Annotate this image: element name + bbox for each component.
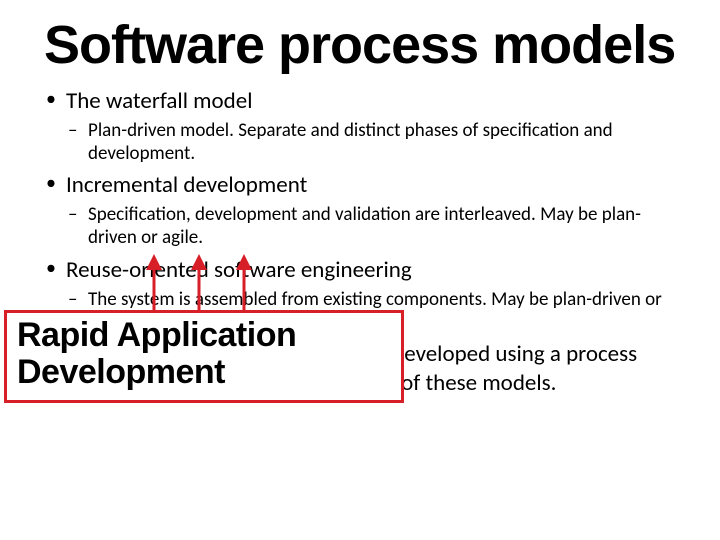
slide-title: Software process models bbox=[44, 18, 676, 73]
arrows-group bbox=[4, 252, 404, 312]
bullet-item: Incremental development Specification, d… bbox=[44, 171, 676, 249]
bullet-item: The waterfall model Plan-driven model. S… bbox=[44, 87, 676, 165]
sub-bullet: Specification, development and validatio… bbox=[66, 204, 676, 250]
arrow-icon bbox=[4, 252, 404, 312]
slide: Software process models The waterfall mo… bbox=[0, 0, 720, 540]
callout-line2: Development bbox=[17, 354, 391, 391]
sub-list: Specification, development and validatio… bbox=[66, 204, 676, 250]
callout-overlay: Rapid Application Development bbox=[4, 310, 404, 403]
callout-box: Rapid Application Development bbox=[4, 310, 404, 403]
sub-bullet: Plan-driven model. Separate and distinct… bbox=[66, 120, 676, 166]
bullet-text: Incremental development bbox=[66, 171, 307, 199]
sub-list: Plan-driven model. Separate and distinct… bbox=[66, 120, 676, 166]
bullet-text: The waterfall model bbox=[66, 87, 253, 115]
callout-line1: Rapid Application bbox=[17, 317, 391, 354]
